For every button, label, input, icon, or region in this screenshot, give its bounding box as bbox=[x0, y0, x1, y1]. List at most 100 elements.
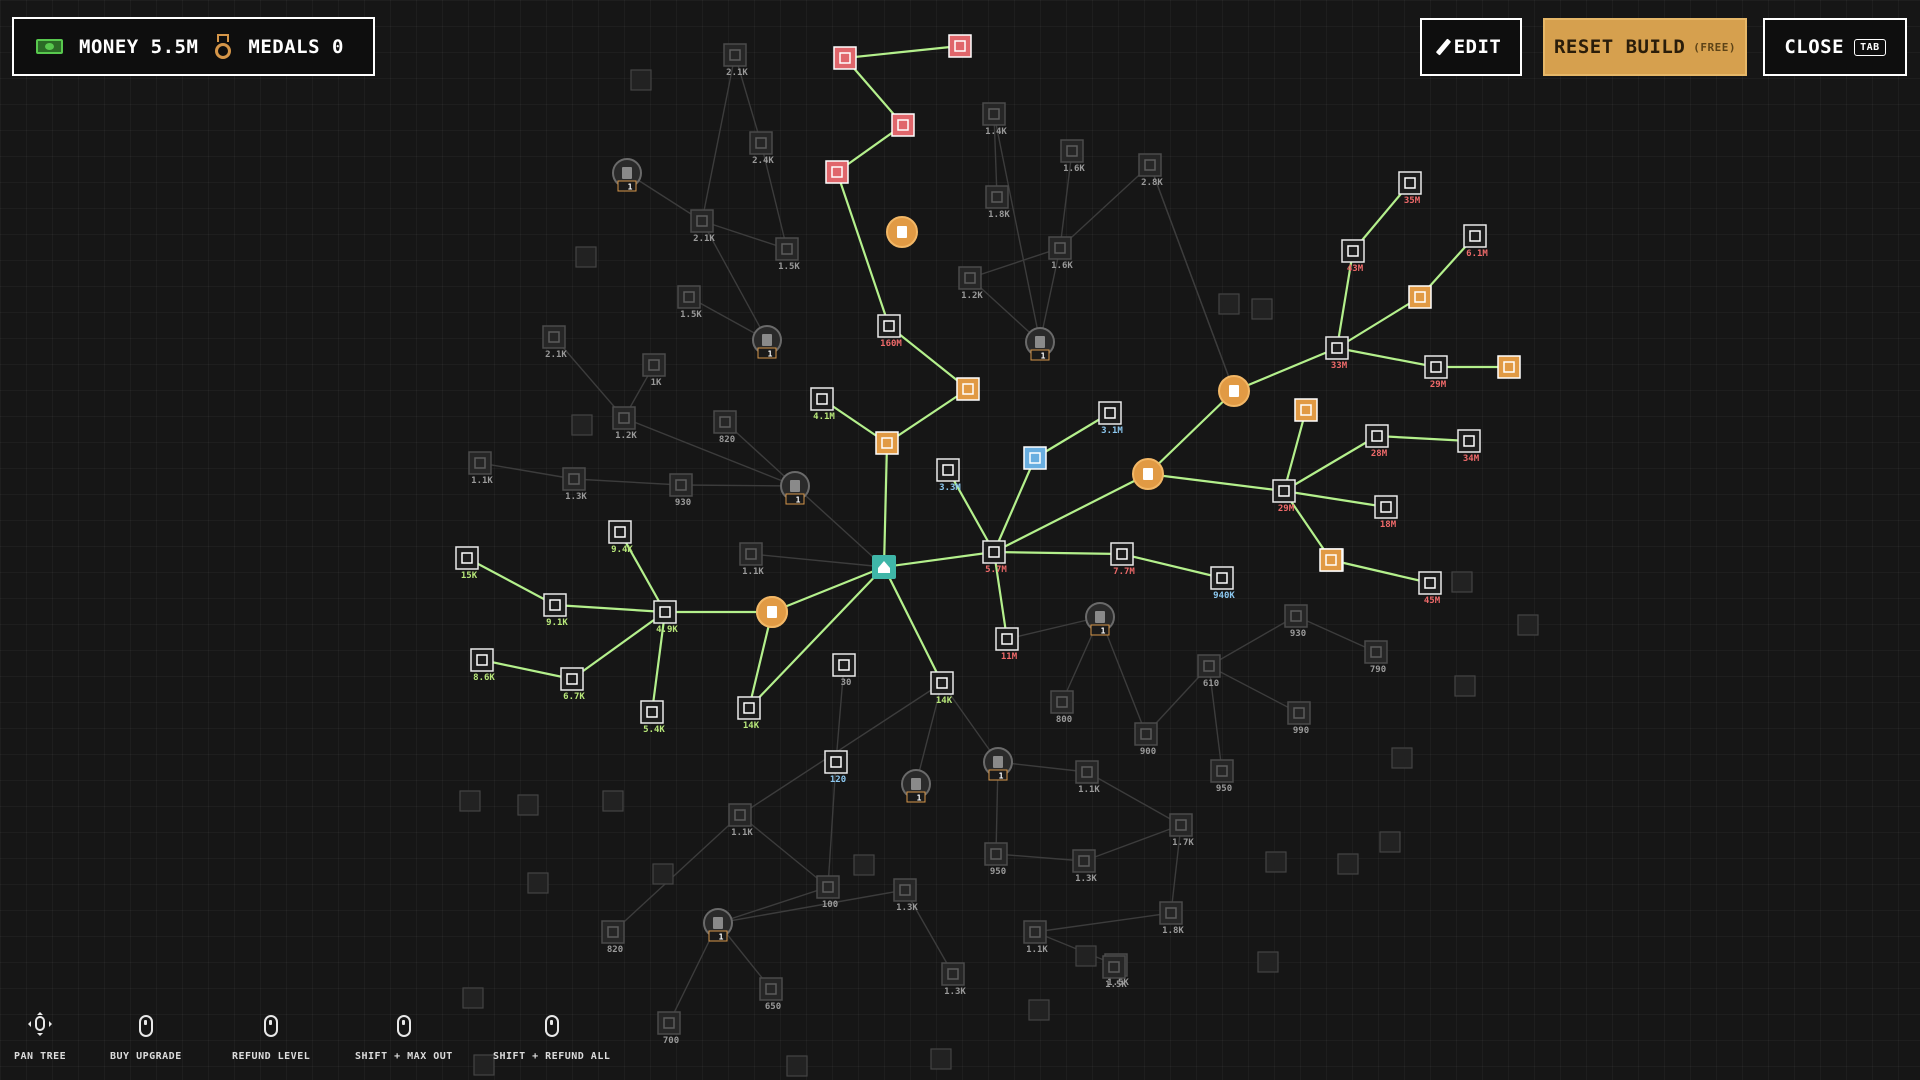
upgrade-node-w18[interactable]: 28M bbox=[1365, 424, 1389, 459]
locked-upgrade-node[interactable] bbox=[1379, 831, 1401, 853]
upgrade-node-w10[interactable]: 4.1M bbox=[810, 387, 835, 422]
locked-upgrade-node[interactable] bbox=[1265, 851, 1287, 873]
upgrade-node-w39[interactable]: 14K bbox=[737, 696, 761, 731]
upgrade-node-l7[interactable]: 1 bbox=[612, 158, 642, 192]
upgrade-node-l1[interactable]: 1 bbox=[752, 325, 782, 359]
upgrade-node-d7[interactable]: 1.2K bbox=[958, 266, 983, 301]
upgrade-node-d28[interactable]: 1.7K bbox=[1169, 813, 1194, 848]
upgrade-node-d13[interactable]: 1K bbox=[642, 353, 666, 388]
upgrade-node-w36[interactable]: 8.6K bbox=[470, 648, 495, 683]
upgrade-node-d26[interactable]: 790 bbox=[1364, 640, 1388, 675]
upgrade-node-b3[interactable] bbox=[1132, 458, 1164, 490]
upgrade-node-home[interactable] bbox=[872, 555, 896, 579]
locked-upgrade-node[interactable] bbox=[1257, 951, 1279, 973]
locked-upgrade-node[interactable] bbox=[527, 872, 549, 894]
locked-upgrade-node[interactable] bbox=[1454, 675, 1476, 697]
upgrade-node-l5[interactable]: 1 bbox=[901, 769, 931, 803]
upgrade-node-d8[interactable]: 1.6K bbox=[1048, 236, 1073, 271]
upgrade-node-l6[interactable]: 1 bbox=[983, 747, 1013, 781]
upgrade-node-w25[interactable]: 43M bbox=[1341, 239, 1365, 274]
upgrade-node-w9[interactable] bbox=[875, 431, 899, 455]
upgrade-node-w33[interactable]: 9.4K bbox=[608, 520, 633, 555]
upgrade-node-d21[interactable]: 900 bbox=[1134, 722, 1158, 757]
upgrade-node-w3[interactable] bbox=[1023, 446, 1047, 470]
upgrade-node-w16[interactable] bbox=[825, 160, 849, 184]
upgrade-node-w6[interactable]: 940K bbox=[1210, 566, 1235, 601]
upgrade-node-w31[interactable] bbox=[1319, 548, 1343, 572]
close-button[interactable]: CLOSE TAB bbox=[1763, 18, 1907, 76]
upgrade-node-w14[interactable] bbox=[833, 46, 857, 70]
upgrade-node-w12[interactable]: 160M bbox=[877, 314, 902, 349]
locked-upgrade-node[interactable] bbox=[1391, 747, 1413, 769]
upgrade-node-d2[interactable]: 2.4K bbox=[749, 131, 774, 166]
upgrade-node-w27[interactable] bbox=[1408, 285, 1432, 309]
upgrade-node-d5[interactable]: 1.6K bbox=[1060, 139, 1085, 174]
upgrade-node-d19[interactable]: 1.1K bbox=[739, 542, 764, 577]
locked-upgrade-node[interactable] bbox=[1517, 614, 1539, 636]
upgrade-node-w23[interactable]: 45M bbox=[1418, 571, 1442, 606]
locked-upgrade-node[interactable] bbox=[786, 1055, 808, 1077]
locked-upgrade-node[interactable] bbox=[602, 790, 624, 812]
upgrade-node-l4[interactable]: 1 bbox=[1085, 602, 1115, 636]
upgrade-node-d29[interactable]: 1.3K bbox=[1072, 849, 1097, 884]
upgrade-node-d40[interactable]: 650 bbox=[759, 977, 783, 1012]
upgrade-node-w2[interactable]: 3.3M bbox=[936, 458, 961, 493]
upgrade-node-d9[interactable]: 2.1K bbox=[690, 209, 715, 244]
upgrade-node-d23[interactable]: 950 bbox=[1210, 759, 1234, 794]
upgrade-node-d30[interactable]: 950 bbox=[984, 842, 1008, 877]
upgrade-node-b4[interactable] bbox=[1218, 375, 1250, 407]
upgrade-node-d16[interactable]: 1.1K bbox=[468, 451, 493, 486]
upgrade-node-d1[interactable]: 2.1K bbox=[723, 43, 748, 78]
upgrade-node-d11[interactable]: 1.5K bbox=[677, 285, 702, 320]
upgrade-node-l2[interactable]: 1 bbox=[1025, 327, 1055, 361]
upgrade-node-w17[interactable]: 29M bbox=[1272, 479, 1296, 514]
upgrade-node-d15[interactable]: 820 bbox=[713, 410, 737, 445]
locked-upgrade-node[interactable] bbox=[1451, 571, 1473, 593]
locked-upgrade-node[interactable] bbox=[853, 854, 875, 876]
upgrade-node-w38[interactable]: 5.4K bbox=[640, 700, 665, 735]
locked-upgrade-node[interactable] bbox=[652, 863, 674, 885]
upgrade-node-w1[interactable]: 5.7M bbox=[982, 540, 1007, 575]
locked-upgrade-node[interactable] bbox=[1075, 945, 1097, 967]
upgrade-node-w8[interactable]: 14K bbox=[930, 671, 954, 706]
upgrade-node-w4[interactable]: 3.1M bbox=[1098, 401, 1123, 436]
upgrade-node-d18[interactable]: 930 bbox=[669, 473, 693, 508]
locked-upgrade-node[interactable] bbox=[575, 246, 597, 268]
upgrade-node-d32[interactable]: 1.1K bbox=[1023, 920, 1048, 955]
upgrade-node-w28[interactable]: 6.1M bbox=[1463, 224, 1488, 259]
locked-upgrade-node[interactable] bbox=[571, 414, 593, 436]
upgrade-node-w32[interactable]: 4.9K bbox=[653, 600, 678, 635]
locked-upgrade-node[interactable] bbox=[1251, 298, 1273, 320]
upgrade-node-d4[interactable]: 1.8K bbox=[985, 185, 1010, 220]
upgrade-node-w41[interactable]: 120 bbox=[824, 750, 848, 785]
upgrade-node-d20[interactable]: 800 bbox=[1050, 690, 1074, 725]
upgrade-node-b5[interactable] bbox=[756, 596, 788, 628]
upgrade-node-w29[interactable]: 29M bbox=[1424, 355, 1448, 390]
upgrade-node-d31[interactable]: 1.8K bbox=[1159, 901, 1184, 936]
edit-button[interactable]: EDIT bbox=[1420, 18, 1522, 76]
upgrade-node-w40[interactable]: 30 bbox=[832, 653, 856, 688]
upgrade-node-d27[interactable]: 1.1K bbox=[1075, 760, 1100, 795]
locked-upgrade-node[interactable] bbox=[459, 790, 481, 812]
tree-nodes[interactable]: 5.7M 3.3M 3.1M 7.7M 940K 11M 14K 4.1M 160M 29M 28M… bbox=[455, 34, 1539, 1077]
upgrade-node-w37[interactable]: 6.7K bbox=[560, 667, 585, 702]
locked-upgrade-node[interactable] bbox=[1337, 853, 1359, 875]
locked-upgrade-node[interactable] bbox=[1028, 999, 1050, 1021]
upgrade-node-d36[interactable]: 1.3K bbox=[893, 878, 918, 913]
locked-upgrade-node[interactable] bbox=[630, 69, 652, 91]
upgrade-node-d22[interactable]: 610 bbox=[1197, 654, 1221, 689]
upgrade-node-w11[interactable] bbox=[956, 377, 980, 401]
upgrade-node-d25[interactable]: 930 bbox=[1284, 604, 1308, 639]
reset-build-button[interactable]: RESET BUILD (FREE) bbox=[1543, 18, 1747, 76]
upgrade-node-d38[interactable]: 1.5K bbox=[1102, 955, 1127, 990]
upgrade-node-d14[interactable]: 1.2K bbox=[612, 406, 637, 441]
upgrade-node-w21[interactable] bbox=[1294, 398, 1318, 422]
upgrade-node-d37[interactable]: 1.3K bbox=[941, 962, 966, 997]
upgrade-node-w7[interactable]: 11M bbox=[995, 627, 1019, 662]
upgrade-node-w34[interactable]: 9.1K bbox=[543, 593, 568, 628]
upgrade-node-w13[interactable] bbox=[891, 113, 915, 137]
upgrade-node-w35[interactable]: 15K bbox=[455, 546, 479, 581]
upgrade-node-d17[interactable]: 1.3K bbox=[562, 467, 587, 502]
locked-upgrade-node[interactable] bbox=[930, 1048, 952, 1070]
upgrade-node-d12[interactable]: 2.1K bbox=[542, 325, 567, 360]
